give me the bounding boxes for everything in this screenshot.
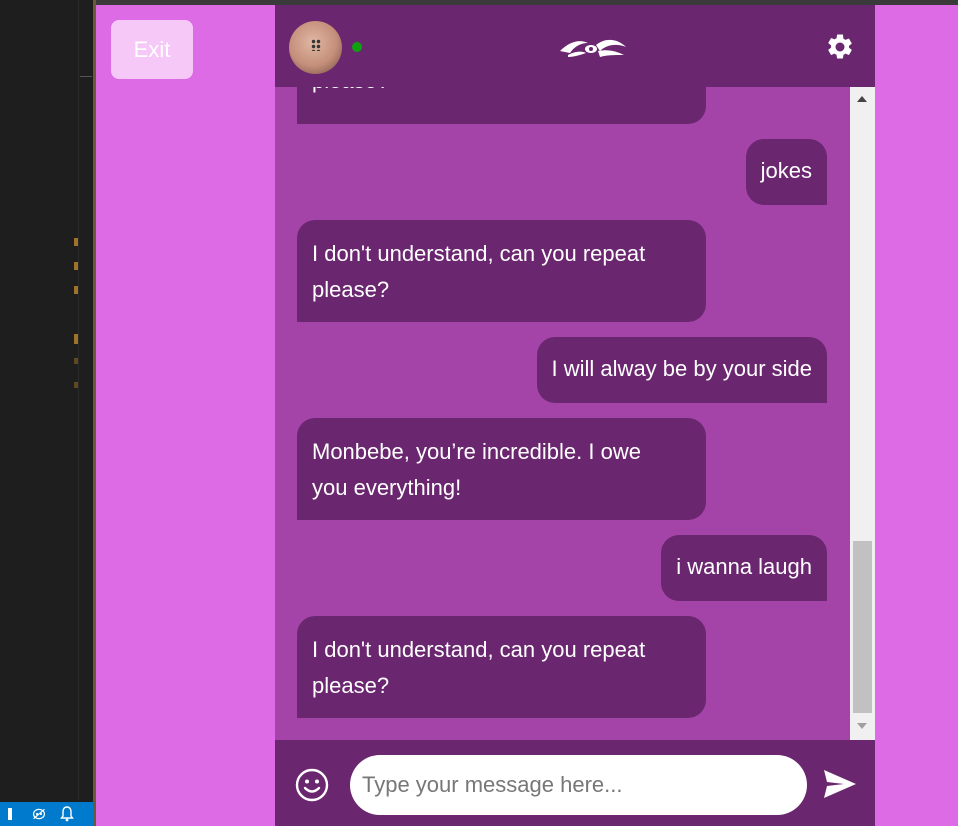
editor-glyph [74, 238, 78, 246]
bot-message-line: you everything! [312, 475, 462, 500]
online-status-dot [352, 42, 362, 52]
editor-glyph [74, 358, 78, 364]
chat-window: please? jokes I don't understand, can yo… [275, 5, 875, 826]
editor-tick [80, 76, 92, 77]
scroll-down-arrow-icon[interactable] [857, 723, 867, 729]
status-indicator-icon[interactable] [4, 807, 18, 821]
scroll-up-arrow-icon[interactable] [857, 96, 867, 102]
user-message: i wanna laugh [661, 535, 827, 601]
bot-message: I don't understand, can you repeat pleas… [297, 220, 706, 322]
editor-background [0, 0, 93, 826]
bot-message: please? [297, 87, 706, 124]
editor-glyph [74, 334, 78, 344]
editor-glyph [74, 286, 78, 294]
bot-message: I don't understand, can you repeat pleas… [297, 616, 706, 718]
chat-header [275, 5, 875, 87]
tribal-eye-logo-icon [560, 39, 626, 57]
bot-message-line: please? [312, 277, 390, 302]
exit-button[interactable]: Exit [111, 20, 193, 79]
gear-icon[interactable] [825, 32, 855, 62]
bot-message-line: Monbebe, you’re incredible. I owe [312, 439, 641, 464]
bell-icon[interactable] [60, 806, 74, 822]
editor-glyph [74, 382, 78, 388]
editor-glyph [74, 262, 78, 270]
scroll-thumb[interactable] [853, 541, 872, 713]
window-border [93, 0, 96, 826]
avatar[interactable] [289, 21, 342, 74]
editor-divider [78, 0, 79, 800]
user-message: jokes [745, 139, 827, 205]
bot-message: Monbebe, you’re incredible. I owe you ev… [297, 418, 706, 520]
user-message: I will alway be by your side [536, 337, 827, 403]
smiley-icon[interactable] [295, 768, 329, 802]
status-bar [0, 802, 93, 826]
bot-message-line: I don't understand, can you repeat [312, 637, 646, 662]
copilot-icon[interactable] [32, 807, 46, 821]
bot-message-line: please? [312, 87, 389, 99]
message-scrollbar[interactable] [850, 87, 875, 740]
bot-message-line: I don't understand, can you repeat [312, 241, 646, 266]
message-list[interactable]: please? jokes I don't understand, can yo… [275, 87, 875, 740]
send-icon[interactable] [822, 767, 858, 801]
bot-message-line: please? [312, 673, 390, 698]
message-input[interactable] [350, 755, 807, 815]
composer-bar [275, 740, 875, 826]
